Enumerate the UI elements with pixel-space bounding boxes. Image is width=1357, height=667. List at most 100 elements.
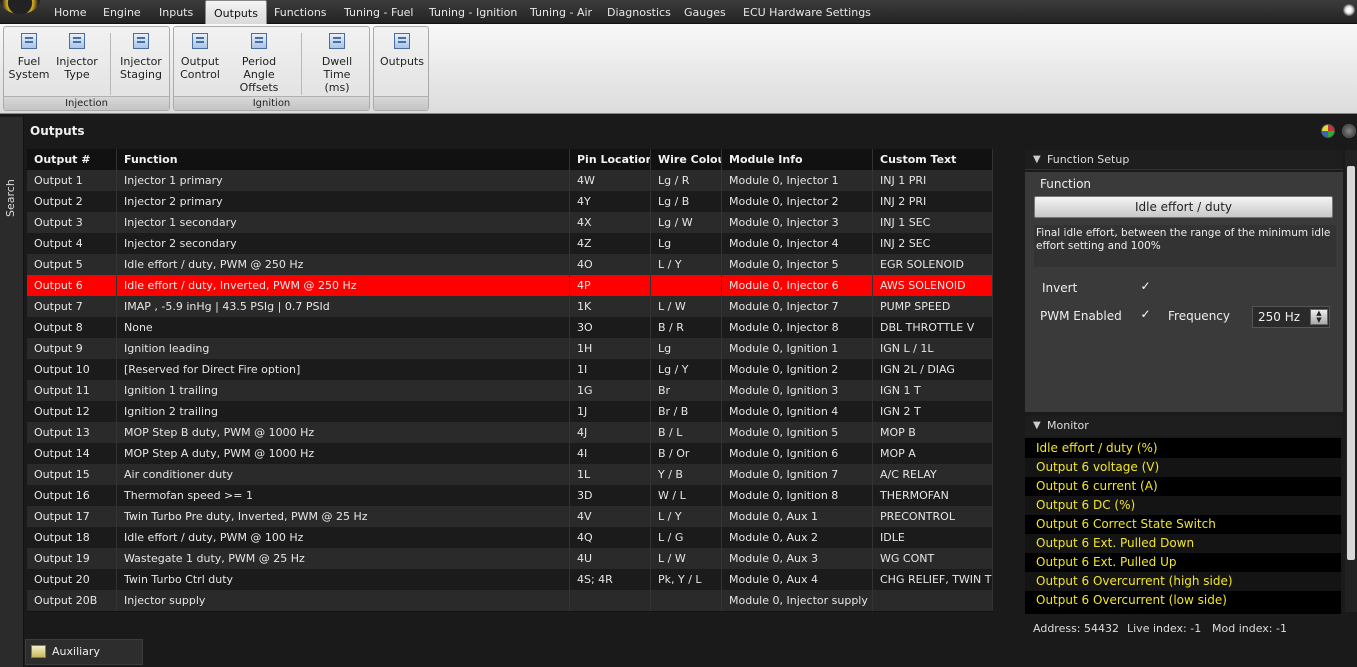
collapse-icon[interactable]: ▼ [1033,416,1041,436]
frequency-label: Frequency [1168,309,1230,323]
period-angle-offsets-button[interactable]: Period Angle Offsets [226,33,292,94]
col-pin-location-header[interactable]: Pin Location [570,149,651,170]
function-description: Final idle effort, between the range of … [1034,225,1336,267]
output-number-cell: Output 1 [27,170,117,191]
tab-gauges[interactable]: Gauges [676,0,734,24]
color-wheel-icon[interactable] [1321,124,1335,138]
pin-location-cell: 1K [570,296,651,317]
custom-text-cell: MOP A [873,443,993,464]
output-number-cell: Output 16 [27,485,117,506]
custom-text-cell: INJ 1 SEC [873,212,993,233]
search-label[interactable]: Search [4,179,17,217]
col-output-number-header[interactable]: Output # [27,149,117,170]
table-row[interactable]: Output 2 Injector 2 primary 4Y Lg / B Module… [27,191,993,212]
table-row-selected[interactable]: Output 6 Idle effort / duty, Inverted, PW… [27,275,993,296]
custom-text-cell [873,590,993,611]
custom-text-cell: THERMOFAN [873,485,993,506]
table-row[interactable]: Output 13 MOP Step B duty, PWM @ 1000 Hz 4… [27,422,993,443]
col-custom-text-header[interactable]: Custom Text [873,149,993,170]
function-cell: [Reserved for Direct Fire option] [117,359,570,380]
collapse-icon[interactable]: ▼ [1033,150,1041,170]
table-row[interactable]: Output 8 None 3O B / R Module 0, Injector 8D… [27,317,993,338]
table-row[interactable]: Output 10 [Reserved for Direct Fire optio… [27,359,993,380]
table-row[interactable]: Output 15 Air conditioner duty 1L Y / B Modu… [27,464,993,485]
scrollbar-thumb[interactable] [1347,166,1355,560]
module-info-cell: Module 0, Aux 4 [722,569,873,590]
function-select-button[interactable]: Idle effort / duty [1034,196,1333,218]
function-cell: Ignition leading [117,338,570,359]
output-number-cell: Output 20B [27,590,117,611]
invert-checkbox[interactable]: ✓ [1139,280,1152,293]
table-row[interactable]: Output 3 Injector 1 secondary 4X Lg / W Modu… [27,212,993,233]
monitor-item[interactable]: Output 6 Overcurrent (high side) [1025,572,1341,591]
custom-text-cell: WG CONT [873,548,993,569]
tab-home[interactable]: Home [46,0,94,24]
table-row[interactable]: Output 11 Ignition 1 trailing 1G Br Module 0… [27,380,993,401]
function-cell: Ignition 2 trailing [117,401,570,422]
tab-auxiliary-outputs[interactable]: Auxiliary Outputs [25,639,143,665]
tab-tuning-ignition[interactable]: Tuning - Ignition [421,0,525,24]
outputs-table: Output #FunctionPin LocationWire ColourM… [27,149,993,612]
table-row[interactable]: Output 14 MOP Step A duty, PWM @ 1000 Hz 4… [27,443,993,464]
function-setup-header[interactable]: ▼ Function Setup [1025,150,1343,170]
pwm-enabled-checkbox[interactable]: ✓ [1139,308,1152,321]
tab-diagnostics[interactable]: Diagnostics [599,0,679,24]
tab-tuning-fuel[interactable]: Tuning - Fuel [336,0,422,24]
table-row[interactable]: Output 12 Ignition 2 trailing 1J Br / B Modu… [27,401,993,422]
wire-colour-cell [651,590,722,611]
injector-type-button[interactable]: Injector Type [54,33,100,81]
table-row[interactable]: Output 18 Idle effort / duty, PWM @ 100 H… [27,527,993,548]
tab-tuning-air[interactable]: Tuning - Air [522,0,600,24]
monitor-header[interactable]: ▼ Monitor [1025,416,1343,436]
tab-outputs[interactable]: Outputs [205,0,267,25]
monitor-item[interactable]: Output 6 current (A) [1025,477,1341,496]
col-module-info-header[interactable]: Module Info [722,149,873,170]
tab-functions[interactable]: Functions [266,0,335,24]
help-icon[interactable] [1343,4,1355,16]
table-row[interactable]: Output 5 Idle effort / duty, PWM @ 250 Hz… [27,254,993,275]
function-setup-panel: Function Idle effort / duty Final idle e… [1025,172,1343,412]
mod-index-text: Mod index: -1 [1212,622,1287,635]
monitor-item[interactable]: Idle effort / duty (%) [1025,439,1341,458]
monitor-item[interactable]: Output 6 voltage (V) [1025,458,1341,477]
table-row[interactable]: Output 7 IMAP , -5.9 inHg | 43.5 PSIg | 0… [27,296,993,317]
col-function-header[interactable]: Function [117,149,570,170]
monitor-item[interactable]: Output 6 Ext. Pulled Up [1025,553,1341,572]
custom-text-cell: DBL THROTTLE V [873,317,993,338]
monitor-item[interactable]: Output 6 Ext. Pulled Down [1025,534,1341,553]
output-number-cell: Output 5 [27,254,117,275]
table-row[interactable]: Output 17 Twin Turbo Pre duty, Inverted, … [27,506,993,527]
tab-engine[interactable]: Engine [95,0,149,24]
monitor-item[interactable]: Output 6 Correct State Switch [1025,515,1341,534]
ribbon-group-outputs: Outputs [373,26,429,111]
table-icon [133,33,149,49]
outputs-button[interactable]: Outputs [378,33,426,68]
frequency-input[interactable]: 250 Hz ▲ ▼ [1252,306,1330,328]
search-sidebar[interactable]: Search [0,117,24,667]
dwell-time-button[interactable]: Dwell Time (ms) [308,33,366,94]
output-control-button[interactable]: Output Control [178,33,222,81]
monitor-item[interactable]: Output 6 Overcurrent (low side) [1025,591,1341,610]
injector-staging-button[interactable]: Injector Staging [116,33,166,81]
monitor-list: Idle effort / duty (%) Output 6 voltage (… [1025,438,1341,614]
table-row[interactable]: Output 4 Injector 2 secondary 4Z Lg Module 0… [27,233,993,254]
monitor-item[interactable]: Output 6 DC (%) [1025,496,1341,515]
pin-location-cell: 4S; 4R [570,569,651,590]
table-row[interactable]: Output 20 Twin Turbo Ctrl duty 4S; 4R Pk, Y… [27,569,993,590]
function-cell: Twin Turbo Ctrl duty [117,569,570,590]
settings-icon[interactable] [1342,124,1356,138]
table-row[interactable]: Output 9 Ignition leading 1H Lg Module 0, Ig… [27,338,993,359]
wire-colour-cell: B / L [651,422,722,443]
tab-inputs[interactable]: Inputs [151,0,201,24]
tab-ecu-hardware-settings[interactable]: ECU Hardware Settings [735,0,879,24]
side-panel-scrollbar[interactable] [1345,150,1357,612]
table-row[interactable]: Output 1 Injector 1 primary 4W Lg / R Module… [27,170,993,191]
col-wire-colour-header[interactable]: Wire Colour [651,149,722,170]
table-icon [394,33,410,49]
fuel-system-button[interactable]: Fuel System [8,33,50,81]
table-row[interactable]: Output 19 Wastegate 1 duty, PWM @ 25 Hz 4U… [27,548,993,569]
frequency-spinner[interactable]: ▲ ▼ [1310,309,1328,325]
table-row[interactable]: Output 16 Thermofan speed >= 1 3D W / L Modu… [27,485,993,506]
wire-colour-cell: L / G [651,527,722,548]
table-row[interactable]: Output 20B Injector supply Module 0, Injec… [27,590,993,611]
